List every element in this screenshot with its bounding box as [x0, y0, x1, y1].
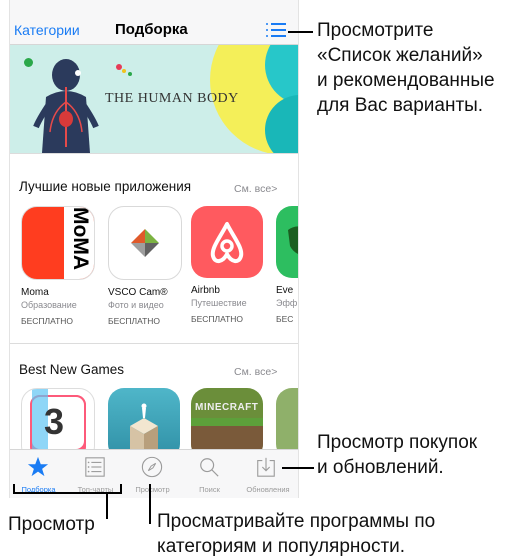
moma-icon-text: MoMA	[69, 207, 92, 270]
callout-line	[106, 493, 108, 519]
callout-line-text: «Список желаний»	[317, 45, 483, 66]
see-all-apps-link[interactable]: См. все>	[234, 183, 277, 195]
app-price: БЕСПЛАТНО	[191, 314, 244, 324]
app-category: Образование	[21, 300, 77, 310]
callout-line-text: категориям и популярности.	[157, 536, 406, 557]
app-card-vsco[interactable]: VSCO Cam® Фото и видео БЕСПЛАТНО	[108, 206, 182, 326]
tab-featured[interactable]: Подборка	[10, 450, 67, 498]
vsco-logo-icon	[131, 229, 159, 257]
airbnb-app-icon	[191, 206, 263, 278]
callout-line-text: Просмотр покупок	[317, 432, 478, 453]
app-card-moma[interactable]: MoMA Moma Образование БЕСПЛАТНО	[21, 206, 95, 326]
banner-dot	[128, 72, 132, 76]
tab-label: Просмотр	[135, 485, 170, 494]
see-all-label: См. все	[234, 366, 272, 378]
callout-line	[288, 31, 313, 33]
callout-bracket	[13, 484, 15, 492]
app-card-airbnb[interactable]: Airbnb Путешествие БЕСПЛАТНО	[191, 206, 263, 324]
minecraft-icon-text: MINECRAFT	[195, 402, 259, 413]
banner-title: THE HUMAN BODY	[105, 91, 239, 106]
wishlist-icon[interactable]	[266, 23, 286, 37]
divider	[10, 343, 298, 344]
navigation-bar: Категории Подборка	[10, 0, 298, 45]
banner-dot	[116, 64, 122, 70]
callout-line-text: и рекомендованные	[317, 70, 495, 91]
evernote-logo-icon	[288, 226, 298, 254]
callout-line	[149, 484, 151, 524]
vsco-app-icon	[108, 206, 182, 280]
divider	[10, 153, 298, 154]
see-all-label: См. все	[234, 183, 272, 195]
section-title-new-apps: Лучшие новые приложения	[19, 179, 192, 194]
evernote-app-icon	[276, 206, 298, 278]
search-icon	[200, 458, 219, 477]
callout-line-text: для Вас варианты.	[317, 95, 484, 116]
callout-bracket	[120, 484, 122, 493]
callout-line-text: Просматривайте программы по	[157, 511, 436, 532]
featured-banner[interactable]: THE HUMAN BODY	[10, 45, 298, 153]
tab-search[interactable]: Поиск	[181, 450, 238, 498]
callout-browse: Просмотр	[8, 514, 95, 535]
star-icon	[27, 456, 49, 477]
updates-icon	[257, 457, 275, 477]
categories-button[interactable]: Категории	[14, 22, 80, 38]
app-category: Путешествие	[191, 298, 247, 308]
app-category: Эфф	[276, 298, 298, 308]
app-category: Фото и видео	[108, 300, 164, 310]
app-name: VSCO Cam®	[108, 287, 168, 298]
callout-line-text: Просмотрите	[317, 20, 434, 41]
app-name: Eve	[276, 285, 294, 296]
app-card-evernote[interactable]: Eve Эфф БЕС	[276, 206, 298, 324]
tab-label: Поиск	[199, 485, 220, 494]
phone-screen: Категории Подборка THE HUMAN BODY Лучшие…	[9, 0, 299, 498]
tab-top-charts[interactable]: Топ-чарты	[67, 450, 124, 498]
human-body-illustration	[33, 59, 99, 153]
callout-line	[282, 467, 314, 469]
callout-categories: Просматривайте программы по категориям и…	[157, 509, 435, 559]
tab-label: Обновления	[246, 485, 290, 494]
tab-explore[interactable]: Просмотр	[124, 450, 181, 498]
threes-icon-text: 3	[44, 401, 65, 442]
airbnb-logo-icon	[210, 222, 244, 263]
app-price: БЕС	[276, 314, 294, 324]
section-title-new-games: Best New Games	[19, 362, 125, 377]
callout-wishlist: Просмотрите «Список желаний» и рекомендо…	[317, 18, 495, 118]
banner-dot	[122, 69, 126, 73]
tab-updates[interactable]: Обновления	[238, 450, 298, 498]
app-price: БЕСПЛАТНО	[108, 316, 161, 326]
app-name: Moma	[21, 287, 49, 298]
callout-line-text: и обновлений.	[317, 457, 444, 478]
compass-icon	[141, 456, 163, 478]
app-price: БЕСПЛАТНО	[21, 316, 74, 326]
app-name: Airbnb	[191, 285, 220, 296]
callout-updates: Просмотр покупок и обновлений.	[317, 430, 477, 480]
moma-app-icon: MoMA	[21, 206, 95, 280]
see-all-games-link[interactable]: См. все>	[234, 366, 277, 378]
tab-bar: Подборка Топ-чарты Просмотр Поиск Обновл…	[10, 449, 298, 498]
page-title: Подборка	[115, 21, 188, 38]
list-icon	[85, 457, 105, 477]
